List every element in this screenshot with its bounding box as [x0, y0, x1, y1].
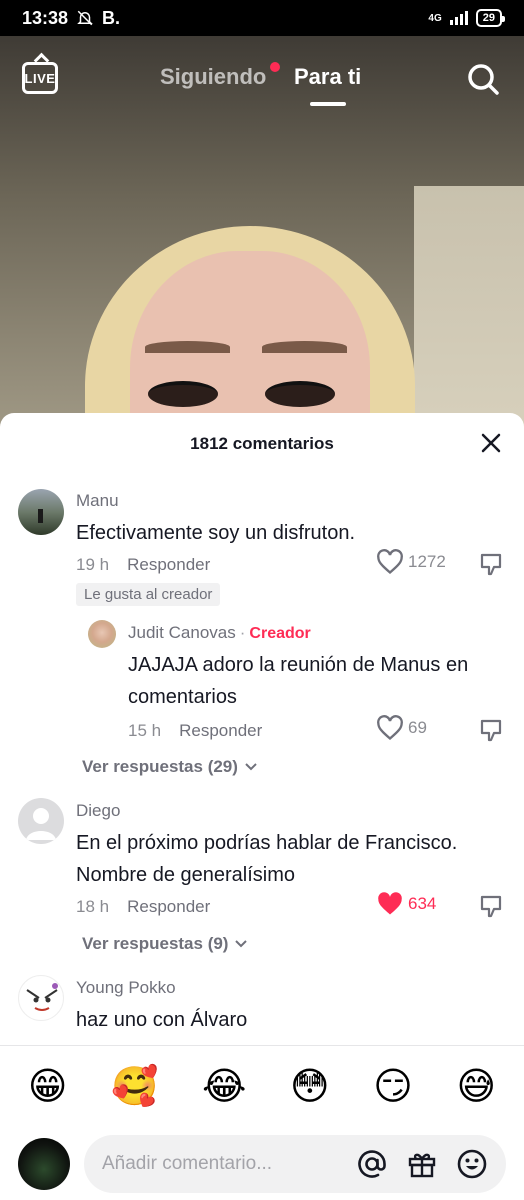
avatar[interactable] [18, 489, 64, 535]
bell-off-icon [77, 10, 93, 26]
chevron-down-icon [235, 940, 248, 948]
comment-text-line-2: Nombre de generalísimo [76, 864, 295, 886]
comment-time: 18 h [76, 897, 110, 916]
dislike-icon[interactable] [478, 893, 504, 919]
status-time: 13:38 [22, 7, 69, 28]
top-nav: LIVE Siguiendo Para ti [0, 56, 524, 112]
comments-count-title: 1812 comentarios [190, 434, 334, 453]
comment-input-row: Añadir comentario... [0, 1127, 524, 1200]
view-replies-button[interactable]: Ver respuestas (29) [82, 757, 258, 777]
comment-text-line-1: En el próximo podrías hablar de Francisc… [76, 832, 458, 854]
avatar [18, 1137, 70, 1190]
status-bar: 13:38 B. 4G 29 [0, 0, 524, 36]
emoji-icon[interactable] [456, 1148, 488, 1180]
emoji-grin-button[interactable]: 😁 [28, 1068, 68, 1106]
reply-button[interactable]: Responder [179, 721, 262, 741]
view-replies-button[interactable]: Ver respuestas (9) [82, 934, 248, 954]
tab-following[interactable]: Siguiendo [160, 64, 266, 90]
reply-button[interactable]: Responder [127, 555, 210, 575]
emoji-quick-bar: 😁 🥰 😂 😳 😏 😅 [0, 1045, 524, 1127]
comment-input-placeholder[interactable]: Añadir comentario... [102, 1153, 338, 1175]
signal-icon [449, 11, 468, 25]
heart-icon [377, 549, 403, 575]
comment-username[interactable]: Manu [76, 491, 119, 511]
like-count: 1272 [408, 552, 446, 571]
comment-username[interactable]: Young Pokko [76, 978, 176, 998]
comment-time: 19 h [76, 555, 110, 574]
emoji-flushed-button[interactable]: 😳 [290, 1068, 330, 1106]
tab-for-you[interactable]: Para ti [294, 64, 361, 90]
reply-username[interactable]: Judit Canovas · Creador [128, 623, 311, 643]
live-icon[interactable]: LIVE [22, 62, 58, 94]
chevron-down-icon [245, 763, 257, 771]
active-tab-indicator [310, 102, 346, 106]
emoji-sweat-smile-button[interactable]: 😅 [457, 1068, 497, 1106]
like-button[interactable]: 634 [376, 891, 436, 917]
battery-icon: 29 [475, 9, 506, 27]
comment-input[interactable]: Añadir comentario... [84, 1134, 506, 1193]
close-icon[interactable] [480, 432, 502, 454]
creator-tag: Creador [249, 625, 311, 642]
comment-text: haz uno con Álvaro [76, 1009, 248, 1031]
carrier-letter: B. [102, 7, 121, 28]
heart-filled-icon [378, 892, 402, 915]
reply-text-line-2: comentarios [128, 686, 237, 708]
avatar[interactable] [88, 620, 116, 648]
comment-meta: 19 h Responder [76, 555, 210, 575]
creator-liked-badge: Le gusta al creador [76, 583, 221, 606]
gift-icon[interactable] [406, 1148, 438, 1180]
comments-list[interactable]: Manu Efectivamente soy un disfruton. 19 … [0, 473, 524, 1045]
reply-text-line-1: JAJAJA adoro la reunión de Manus en [128, 654, 469, 676]
heart-icon [377, 715, 403, 741]
emoji-smirk-button[interactable]: 😏 [373, 1068, 413, 1106]
search-icon[interactable] [466, 62, 500, 96]
like-count: 69 [408, 718, 427, 737]
avatar[interactable] [18, 975, 64, 1021]
sheet-header: 1812 comentarios [0, 413, 524, 473]
notification-dot [270, 62, 280, 72]
avatar[interactable] [18, 798, 64, 844]
emoji-hearts-button[interactable]: 🥰 [111, 1068, 158, 1106]
network-label: 4G [428, 12, 442, 24]
reply-meta: 15 h Responder [128, 721, 262, 741]
mention-icon[interactable] [356, 1148, 388, 1180]
reply-time: 15 h [128, 721, 162, 740]
comments-sheet: 1812 comentarios Manu Efectivamente soy … [0, 413, 524, 1200]
comment-username[interactable]: Diego [76, 801, 120, 821]
like-button[interactable]: 1272 [376, 549, 446, 575]
like-button[interactable]: 69 [376, 715, 427, 741]
comment-text: Efectivamente soy un disfruton. [76, 522, 356, 544]
like-count: 634 [408, 894, 437, 913]
dislike-icon[interactable] [478, 717, 504, 743]
emoji-joy-button[interactable]: 😂 [202, 1068, 246, 1106]
comment-meta: 18 h Responder [76, 897, 210, 917]
reply-button[interactable]: Responder [127, 897, 210, 917]
dislike-icon[interactable] [478, 551, 504, 577]
